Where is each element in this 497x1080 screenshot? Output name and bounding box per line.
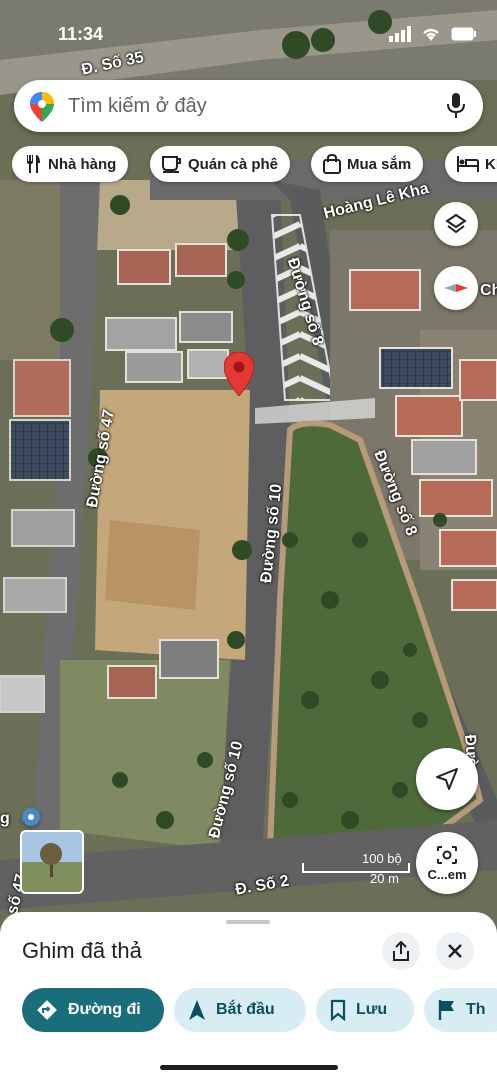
microphone-icon[interactable] <box>447 93 465 119</box>
search-input[interactable]: Tìm kiếm ở đây <box>68 95 207 118</box>
street-view-thumbnail[interactable] <box>20 830 84 894</box>
label-label: Th <box>466 1001 486 1018</box>
lens-button[interactable]: C...em <box>416 832 478 894</box>
chip-label: Quán cà phê <box>188 155 279 173</box>
hotel-bed-icon <box>457 156 479 172</box>
directions-icon <box>37 1000 57 1020</box>
compass-icon <box>444 284 468 292</box>
close-icon <box>448 944 462 958</box>
flag-icon <box>438 1000 454 1020</box>
fork-knife-icon <box>27 155 40 173</box>
label-button[interactable]: Th <box>424 988 497 1032</box>
status-bar: 11:34 <box>0 0 497 44</box>
home-indicator[interactable] <box>160 1065 338 1070</box>
place-sheet[interactable]: Ghim đã thả Đường đi Bắt đầu Lưu Th <box>0 912 497 1080</box>
sheet-drag-handle[interactable] <box>226 920 270 924</box>
compass-button[interactable] <box>434 266 478 310</box>
close-button[interactable] <box>436 932 474 970</box>
directions-button[interactable]: Đường đi <box>22 988 164 1032</box>
street-view-tree-image <box>40 843 62 877</box>
lens-label: C...em <box>427 866 467 882</box>
google-maps-pin-icon <box>30 92 54 122</box>
place-label-right-partial: Ch <box>480 282 497 299</box>
save-button[interactable]: Lưu <box>316 988 414 1032</box>
street-label-left-partial: g <box>0 810 10 827</box>
chip-restaurants[interactable]: Nhà hàng <box>12 146 129 182</box>
bookmark-icon <box>330 999 346 1021</box>
chip-label: Nhà hàng <box>48 155 117 173</box>
chip-label: Mua sắm <box>347 155 412 173</box>
scale-bar: 100 bộ 20 m <box>302 851 410 887</box>
search-bar[interactable]: Tìm kiếm ở đây <box>14 80 483 132</box>
status-time: 11:34 <box>58 24 104 44</box>
navigation-arrow-outline-icon <box>436 768 458 790</box>
coffee-cup-icon <box>162 156 181 173</box>
sheet-title: Ghim đã thả <box>22 938 142 963</box>
action-buttons: Đường đi Bắt đầu Lưu Th <box>0 988 497 1034</box>
battery-icon <box>451 27 476 41</box>
share-button[interactable] <box>382 932 420 970</box>
my-location-button[interactable] <box>416 748 478 810</box>
wifi-icon <box>423 28 439 41</box>
scale-metric: 20 m <box>370 871 399 886</box>
chip-coffee[interactable]: Quán cà phê <box>150 146 291 182</box>
dropped-pin-icon[interactable] <box>224 352 254 396</box>
chip-label: Kh <box>485 155 497 173</box>
signal-icon <box>389 26 411 42</box>
shopping-bag-icon <box>323 154 341 174</box>
status-icons <box>389 26 477 42</box>
street-view-pegman-icon[interactable] <box>22 808 40 826</box>
start-button[interactable]: Bắt đầu <box>174 988 306 1032</box>
directions-label: Đường đi <box>68 1001 141 1018</box>
layers-button[interactable] <box>434 202 478 246</box>
navigation-arrow-icon <box>189 1000 205 1020</box>
share-icon <box>393 941 409 961</box>
chip-hotels[interactable]: Kh <box>445 146 497 182</box>
save-label: Lưu <box>356 1001 388 1018</box>
start-label: Bắt đầu <box>216 1001 275 1018</box>
layers-icon <box>445 213 467 234</box>
chip-shopping[interactable]: Mua sắm <box>311 146 424 182</box>
camera-lens-icon <box>437 845 457 864</box>
